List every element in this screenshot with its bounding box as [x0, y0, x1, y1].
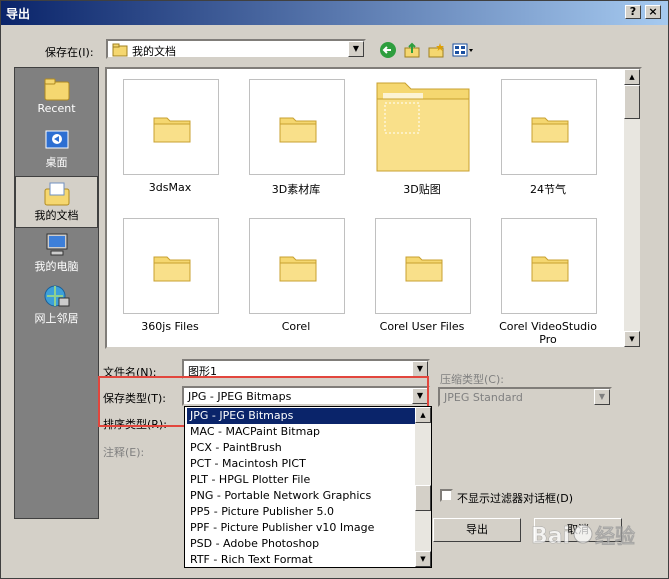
scroll-down-icon[interactable]: ▼ [624, 331, 640, 347]
title-bar: 导出 ? × [1, 1, 668, 25]
file-name: Corel VideoStudio Pro [499, 320, 597, 346]
save-in-combo[interactable]: 我的文档 ▼ [106, 39, 366, 59]
dropdown-scrollbar[interactable]: ▲ ▼ [415, 407, 431, 567]
list-item[interactable]: 24节气 [489, 75, 607, 196]
savetype-dropdown-list[interactable]: JPG - JPEG Bitmaps MAC - MACPaint Bitmap… [184, 406, 432, 568]
list-item[interactable]: 3D贴图 [363, 75, 481, 196]
dropdown-option[interactable]: JPG - JPEG Bitmaps [187, 408, 415, 424]
list-item[interactable]: 3D素材库 [237, 75, 355, 196]
close-button[interactable]: × [645, 5, 661, 19]
places-bar: Recent 桌面 我的文档 我的电脑 网上邻居 [14, 67, 99, 519]
help-button[interactable]: ? [625, 5, 641, 19]
file-name: 3D贴图 [403, 183, 441, 196]
file-name: Corel [281, 320, 311, 333]
place-recent[interactable]: Recent [15, 72, 98, 124]
back-icon[interactable] [378, 41, 398, 61]
place-desktop[interactable]: 桌面 [15, 124, 98, 176]
no-filter-dialog-checkbox[interactable] [440, 489, 453, 502]
place-my-computer[interactable]: 我的电脑 [15, 228, 98, 280]
dropdown-option[interactable]: PNG - Portable Network Graphics [187, 488, 415, 504]
folder-icon [279, 117, 317, 143]
scroll-up-icon[interactable]: ▲ [624, 69, 640, 85]
list-item[interactable]: Corel User Files [363, 214, 481, 334]
save-in-value: 我的文档 [132, 45, 176, 58]
svg-text:经验: 经验 [595, 524, 635, 548]
file-name: 3dsMax [148, 181, 192, 194]
my-documents-icon [44, 182, 69, 206]
dialog-title: 导出 [6, 7, 31, 21]
save-in-label: 保存在(I): [45, 46, 94, 59]
scroll-down-icon[interactable]: ▼ [415, 551, 431, 567]
recent-folder-icon [44, 78, 69, 101]
scroll-thumb[interactable] [624, 85, 640, 119]
file-list[interactable]: 3dsMax 3D素材库 3D贴图 24节气 360js Files Corel… [105, 67, 642, 349]
folder-icon [279, 256, 317, 282]
folder-icon [153, 117, 191, 143]
dropdown-option[interactable]: PCX - PaintBrush [187, 440, 415, 456]
chevron-down-icon[interactable]: ▼ [412, 361, 428, 377]
my-documents-small-icon [112, 43, 128, 57]
dropdown-option[interactable]: MAC - MACPaint Bitmap [187, 424, 415, 440]
file-name: Corel User Files [379, 320, 465, 333]
list-item[interactable]: Corel [237, 214, 355, 334]
dropdown-option[interactable]: PCT - Macintosh PICT [187, 456, 415, 472]
list-item[interactable]: 3dsMax [111, 75, 229, 195]
file-name: 360js Files [141, 320, 199, 333]
file-name: 3D素材库 [271, 183, 321, 196]
list-item[interactable]: Corel VideoStudio Pro [489, 214, 607, 346]
compression-combo[interactable]: JPEG Standard ▼ [438, 387, 612, 407]
dropdown-option[interactable]: PPF - Picture Publisher v10 Image [187, 520, 415, 536]
network-icon [44, 285, 69, 307]
dropdown-option[interactable]: RTF - Rich Text Format [187, 552, 415, 568]
dropdown-option[interactable]: PSD - Adobe Photoshop [187, 536, 415, 552]
my-computer-icon [46, 233, 67, 256]
scroll-up-icon[interactable]: ▲ [415, 407, 431, 423]
file-name: 24节气 [530, 183, 566, 196]
folder-icon [531, 256, 569, 282]
large-folder-icon [376, 82, 470, 172]
dropdown-option[interactable]: PLT - HPGL Plotter File [187, 472, 415, 488]
place-my-documents[interactable]: 我的文档 [15, 176, 98, 228]
place-network[interactable]: 网上邻居 [15, 280, 98, 332]
desktop-icon [45, 130, 68, 149]
svg-text:Bai: Bai [531, 524, 570, 549]
scroll-thumb[interactable] [415, 485, 431, 511]
list-item[interactable]: 360js Files [111, 214, 229, 334]
folder-icon [531, 117, 569, 143]
view-menu-icon[interactable] [451, 41, 475, 61]
up-folder-icon[interactable] [402, 41, 422, 61]
compression-label: 压缩类型(C): [440, 373, 504, 386]
chevron-down-icon[interactable]: ▼ [594, 389, 610, 405]
export-dialog: 导出 ? × 保存在(I): 我的文档 ▼ Recent 桌面 我的文档 我的电… [0, 0, 669, 579]
chevron-down-icon[interactable]: ▼ [348, 41, 364, 57]
folder-icon [153, 256, 191, 282]
file-list-scrollbar[interactable]: ▲ ▼ [624, 69, 640, 347]
no-filter-dialog-label: 不显示过滤器对话框(D) [457, 492, 574, 505]
baidu-watermark-logo: Bai 经验 [531, 524, 636, 550]
notes-label: 注释(E): [103, 446, 145, 459]
new-folder-icon[interactable] [426, 41, 446, 61]
compression-value: JPEG Standard [444, 391, 523, 404]
dropdown-option[interactable]: PP5 - Picture Publisher 5.0 [187, 504, 415, 520]
folder-icon [405, 256, 443, 282]
